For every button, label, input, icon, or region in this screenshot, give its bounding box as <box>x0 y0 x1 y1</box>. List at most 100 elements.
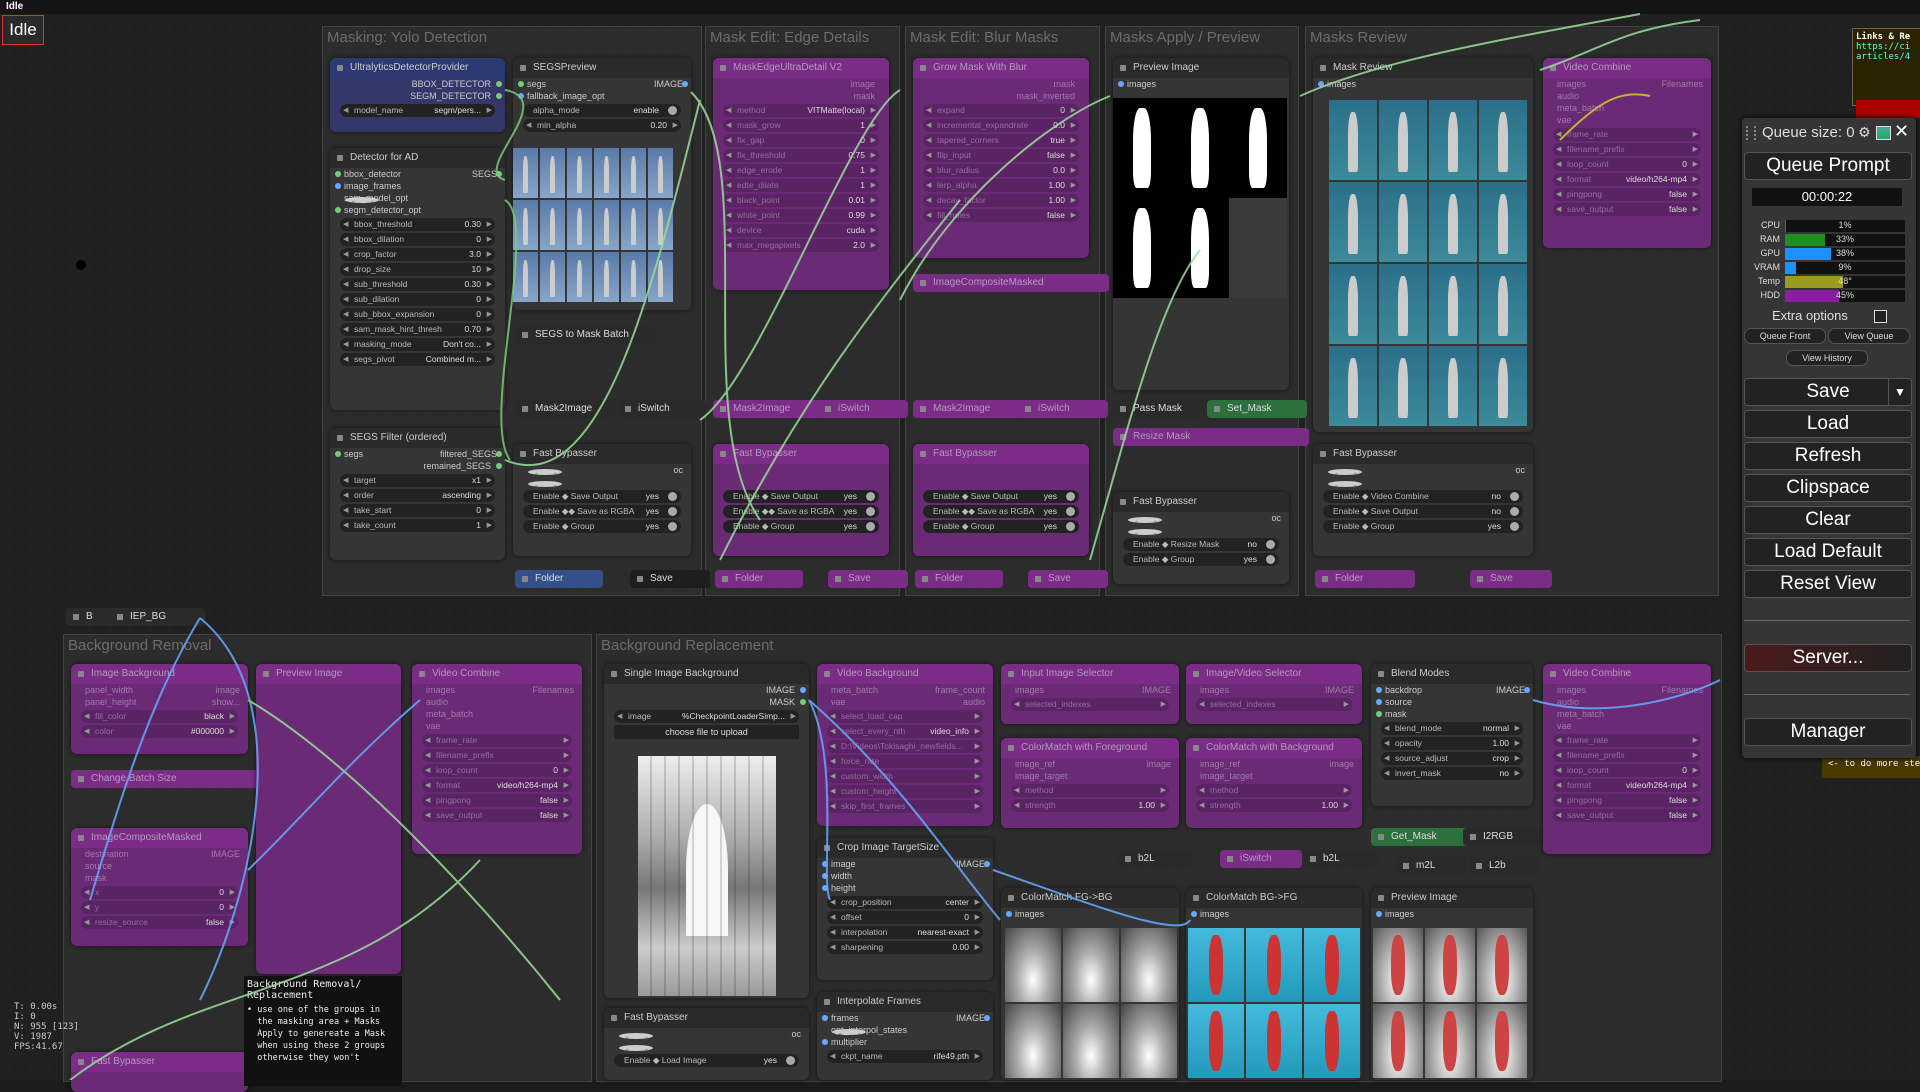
input-slot[interactable] <box>822 861 828 867</box>
format-widget[interactable]: format video/h264-mp4 <box>1553 173 1701 186</box>
node-video-combine-bg[interactable]: Video Combine images Filenames audio meta… <box>412 664 582 854</box>
input-slot[interactable] <box>1128 529 1162 535</box>
enable-save-output-widget[interactable]: Enable ◆ Save Output yes <box>523 490 681 503</box>
segs-pivot-widget[interactable]: segs_pivot Combined m... <box>340 353 495 366</box>
source-adjust-widget[interactable]: source_adjust crop <box>1381 752 1523 765</box>
fix-threshold-widget[interactable]: fix_threshold 0.75 <box>723 149 879 162</box>
node-segs-preview[interactable]: SEGSPreview segs IMAGE fallback_image_opt… <box>513 58 691 310</box>
crop-factor-widget[interactable]: crop_factor 3.0 <box>340 248 495 261</box>
enable-resize-mask-widget[interactable]: Enable ◆ Resize Mask no <box>1123 538 1279 551</box>
node-iep-bg[interactable]: IEP_BG <box>110 608 205 626</box>
blend-mode-widget[interactable]: blend_mode normal <box>1381 722 1523 735</box>
masking-mode-widget[interactable]: masking_mode Don't co... <box>340 338 495 351</box>
offset-widget[interactable]: offset 0 <box>827 911 983 924</box>
pingpong-widget[interactable]: pingpong false <box>422 794 572 807</box>
refresh-button[interactable]: Refresh <box>1744 442 1912 470</box>
device-widget[interactable]: device cuda <box>723 224 879 237</box>
strength-widget[interactable]: strength 1.00 <box>1196 799 1352 812</box>
enable-video-combine-widget[interactable]: Enable ◆ Video Combine no <box>1323 490 1523 503</box>
custom-width-widget[interactable]: custom_width <box>827 770 983 783</box>
expand-widget[interactable]: expand 0 <box>923 104 1079 117</box>
save-dropdown-chevron-icon[interactable]: ▼ <box>1888 379 1911 405</box>
node-preview-image-masks[interactable]: Preview Image images <box>1113 58 1289 390</box>
format-widget[interactable]: format video/h264-mp4 <box>1553 779 1701 792</box>
output-slot[interactable] <box>496 171 502 177</box>
bbox-dilation-widget[interactable]: bbox_dilation 0 <box>340 233 495 246</box>
note-links[interactable]: Links & Re https://ci articles/4 <box>1852 28 1920 106</box>
loop-count-widget[interactable]: loop_count 0 <box>422 764 572 777</box>
decay-factor-widget[interactable]: decay_factor 1.00 <box>923 194 1079 207</box>
queue-front-button[interactable]: Queue Front <box>1744 328 1826 344</box>
node-image-video-selector[interactable]: Image/Video Selector images IMAGE selecte… <box>1186 664 1362 724</box>
custom-height-widget[interactable]: custom_height <box>827 785 983 798</box>
alpha-mode-toggle[interactable]: alpha_mode enable <box>523 104 681 117</box>
node-folder-review[interactable]: Folder <box>1315 570 1415 588</box>
node-crop-image-targetsize[interactable]: Crop Image TargetSize image IMAGE width h… <box>817 838 993 980</box>
node-preview-image-final[interactable]: Preview Image images <box>1371 888 1533 1080</box>
reset-view-button[interactable]: Reset View <box>1744 570 1912 598</box>
view-history-button[interactable]: View History <box>1786 350 1868 366</box>
output-slot[interactable] <box>984 1015 990 1021</box>
enable-save-output-widget[interactable]: Enable ◆ Save Output no <box>1323 505 1523 518</box>
output-slot[interactable] <box>1524 687 1530 693</box>
node-m2l[interactable]: m2L <box>1396 857 1466 875</box>
fix-gap-widget[interactable]: fix_gap 0 <box>723 134 879 147</box>
input-slot[interactable] <box>619 1045 653 1051</box>
node-image-composite-masked[interactable]: ImageCompositeMasked destination IMAGE so… <box>71 828 248 946</box>
format-widget[interactable]: format video/h264-mp4 <box>422 779 572 792</box>
order-widget[interactable]: order ascending <box>340 489 495 502</box>
edte-dilate-widget[interactable]: edte_dilate 1 <box>723 179 879 192</box>
node-folder[interactable]: Folder <box>515 570 603 588</box>
node-interpolate-frames[interactable]: Interpolate Frames framesIMAGE opt_inter… <box>817 992 993 1080</box>
enable-group-widget[interactable]: Enable ◆ Group yes <box>923 520 1079 533</box>
node-mask2image[interactable]: Mask2Image <box>515 400 615 418</box>
drop-size-widget[interactable]: drop_size 10 <box>340 263 495 276</box>
output-slot[interactable] <box>682 81 688 87</box>
loop-count-widget[interactable]: loop_count 0 <box>1553 764 1701 777</box>
lerp-alpha-widget[interactable]: lerp_alpha 1.00 <box>923 179 1079 192</box>
sharpening-widget[interactable]: sharpening 0.00 <box>827 941 983 954</box>
node-image-background[interactable]: Image Background panel_width image panel_… <box>71 664 248 754</box>
clipspace-button[interactable]: Clipspace <box>1744 474 1912 502</box>
save-output-widget[interactable]: save_output false <box>422 809 572 822</box>
node-pass-mask[interactable]: Pass Mask <box>1113 400 1213 418</box>
node-ultralytics-detector-provider[interactable]: UltralyticsDetectorProvider BBOX_DETECTO… <box>330 58 505 132</box>
max-megapixels-widget[interactable]: max_megapixels 2.0 <box>723 239 879 252</box>
enable-group-widget[interactable]: Enable ◆ Group yes <box>723 520 879 533</box>
input-slot[interactable] <box>335 171 341 177</box>
drag-handle[interactable] <box>1746 126 1756 140</box>
ckpt-name-widget[interactable]: ckpt_name rife49.pth <box>827 1050 983 1063</box>
node-l2b[interactable]: L2b <box>1469 857 1539 875</box>
take-count-widget[interactable]: take_count 1 <box>340 519 495 532</box>
pingpong-widget[interactable]: pingpong false <box>1553 188 1701 201</box>
node-preview-image-bg-removal[interactable]: Preview Image <box>256 664 401 974</box>
node-segs-to-mask-batch[interactable]: SEGS to Mask Batch <box>515 326 655 344</box>
method-widget[interactable]: method <box>1011 784 1169 797</box>
input-slot[interactable] <box>1118 81 1124 87</box>
input-slot[interactable] <box>822 873 828 879</box>
tapered-corners-widget[interactable]: tapered_corners true <box>923 134 1079 147</box>
input-slot[interactable] <box>822 885 828 891</box>
take-start-widget[interactable]: take_start 0 <box>340 504 495 517</box>
node-b[interactable]: B <box>66 608 116 626</box>
node-resize-mask[interactable]: Resize Mask <box>1113 428 1309 446</box>
selected-indexes-widget[interactable]: selected_indexes <box>1011 698 1169 711</box>
flip-input-widget[interactable]: flip_input false <box>923 149 1079 162</box>
node-iswitch-edge[interactable]: iSwitch <box>818 400 908 418</box>
mask-grow-widget[interactable]: mask_grow 1 <box>723 119 879 132</box>
node-fast-bypasser-review[interactable]: Fast Bypasser oc Enable ◆ Video Combine n… <box>1313 444 1533 556</box>
edge-erode-widget[interactable]: edge_erode 1 <box>723 164 879 177</box>
method-widget[interactable]: method <box>1196 784 1352 797</box>
target-widget[interactable]: target x1 <box>340 474 495 487</box>
input-slot[interactable] <box>1376 711 1382 717</box>
filename-prefix-widget[interactable]: filename_prefix <box>1553 143 1701 156</box>
node-grow-mask-with-blur[interactable]: Grow Mask With Blur mask mask_inverted e… <box>913 58 1089 258</box>
node-get-mask[interactable]: Get_Mask <box>1371 828 1471 846</box>
node-mask-review[interactable]: Mask Review images <box>1313 58 1533 432</box>
node-iswitch-bg[interactable]: iSwitch <box>1220 850 1302 868</box>
frame-rate-widget[interactable]: frame_rate <box>1553 128 1701 141</box>
input-slot[interactable] <box>1376 699 1382 705</box>
clear-button[interactable]: Clear <box>1744 506 1912 534</box>
model-name-widget[interactable]: model_name segm/pers... <box>340 104 495 117</box>
sub-dilation-widget[interactable]: sub_dilation 0 <box>340 293 495 306</box>
